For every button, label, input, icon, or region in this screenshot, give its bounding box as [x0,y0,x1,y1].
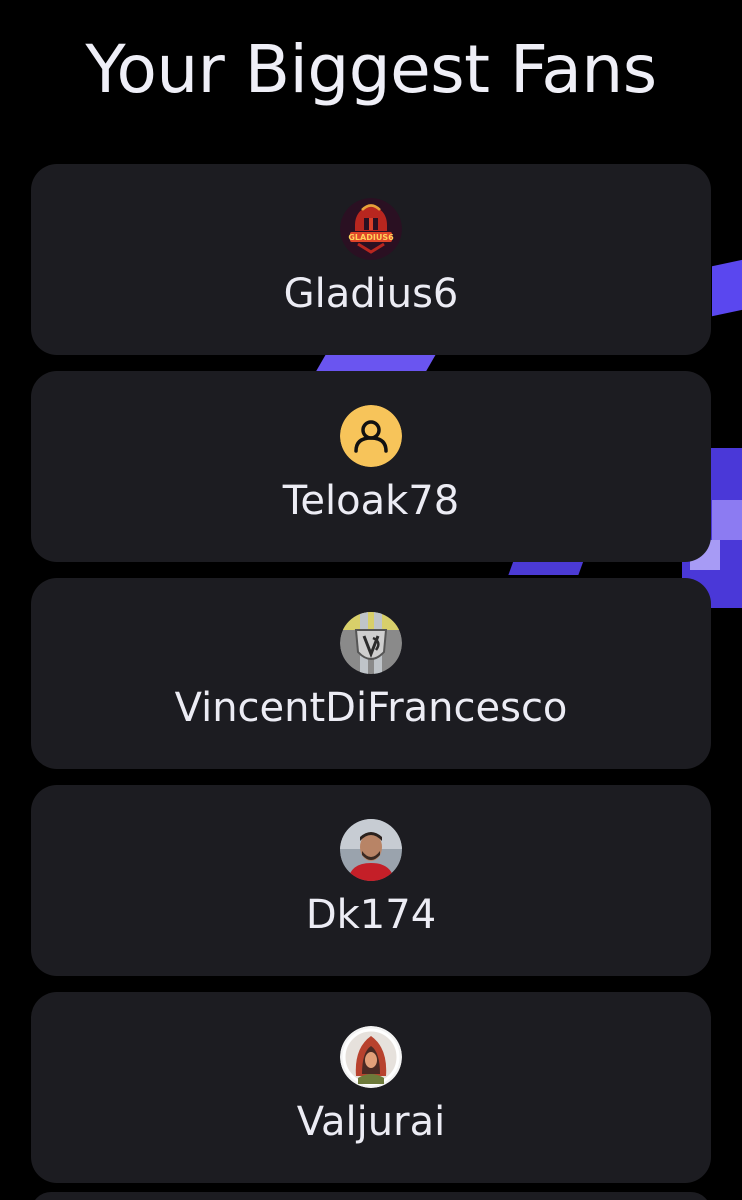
fan-card[interactable]: Teloak78 [31,371,711,562]
decorative-block [712,257,742,317]
fan-name: Valjurai [296,1099,446,1145]
profile-photo-avatar [340,819,402,881]
fan-name: Gladius6 [283,271,459,317]
fan-name: Teloak78 [282,478,460,524]
fan-name: VincentDiFrancesco [174,685,568,731]
svg-text:GLADIUS6: GLADIUS6 [348,233,394,242]
fan-card[interactable]: Valjurai [31,992,711,1183]
page-title: Your Biggest Fans [85,31,657,108]
fan-card[interactable]: Dk174 [31,785,711,976]
fan-card[interactable]: GLADIUS6 Gladius6 [31,164,711,355]
gladius-shield-logo-avatar: GLADIUS6 [340,198,402,260]
vd-monogram-avatar [340,612,402,674]
fans-screen: Your Biggest Fans GLADIUS6 Gladius6 Telo… [0,0,742,1200]
fan-list: GLADIUS6 Gladius6 Teloak78 VincentDiFran… [31,164,711,1199]
hooded-character-avatar [340,1026,402,1088]
fan-name: Dk174 [305,892,437,938]
decorative-block [712,500,742,540]
default-user-icon [340,405,402,467]
fan-card-partial[interactable] [31,1192,711,1200]
fan-card[interactable]: VincentDiFrancesco [31,578,711,769]
